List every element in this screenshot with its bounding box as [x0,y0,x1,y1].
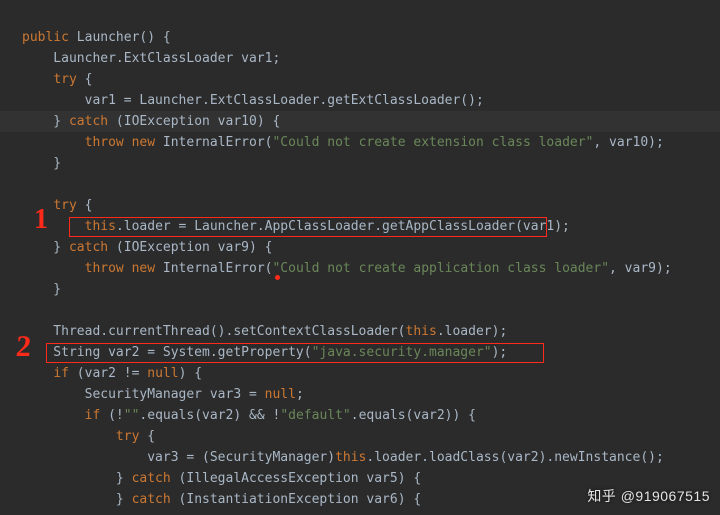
code-line: SecurityManager var3 = null; [22,387,304,402]
code-line: } [22,282,61,297]
code-line: Launcher.ExtClassLoader var1; [22,51,280,66]
code-line: Thread.currentThread().setContextClassLo… [22,324,507,339]
annotation-dot [275,275,280,280]
code-line: try { [22,72,92,87]
code-line: if (var2 != null) { [22,366,202,381]
annotation-marker-1: 1 [34,206,48,234]
code-line: var1 = Launcher.ExtClassLoader.getExtCla… [22,93,484,108]
code-line: } catch (IOException var9) { [22,240,272,255]
code-line: var3 = (SecurityManager)this.loader.load… [22,450,664,465]
code-line: try { [22,198,92,213]
code-line: if (!"".equals(var2) && !"default".equal… [22,408,476,423]
code-line: throw new InternalError("Could not creat… [22,135,664,150]
annotation-marker-2: 2 [15,332,32,362]
watermark-text: 知乎 @919067515 [587,486,710,507]
code-editor[interactable]: public Launcher() { Launcher.ExtClassLoa… [0,0,720,510]
code-line: } catch (IllegalAccessException var5) { [22,471,421,486]
code-line: public Launcher() { [22,30,171,45]
code-line: throw new InternalError("Could not creat… [22,261,672,276]
code-line: String var2 = System.getProperty("java.s… [22,345,507,360]
code-line: try { [22,429,155,444]
code-line: } catch (IOException var10) { [22,114,280,129]
code-line: this.loader = Launcher.AppClassLoader.ge… [22,219,570,234]
code-line: } catch (InstantiationException var6) { [22,492,421,507]
code-line: } [22,156,61,171]
